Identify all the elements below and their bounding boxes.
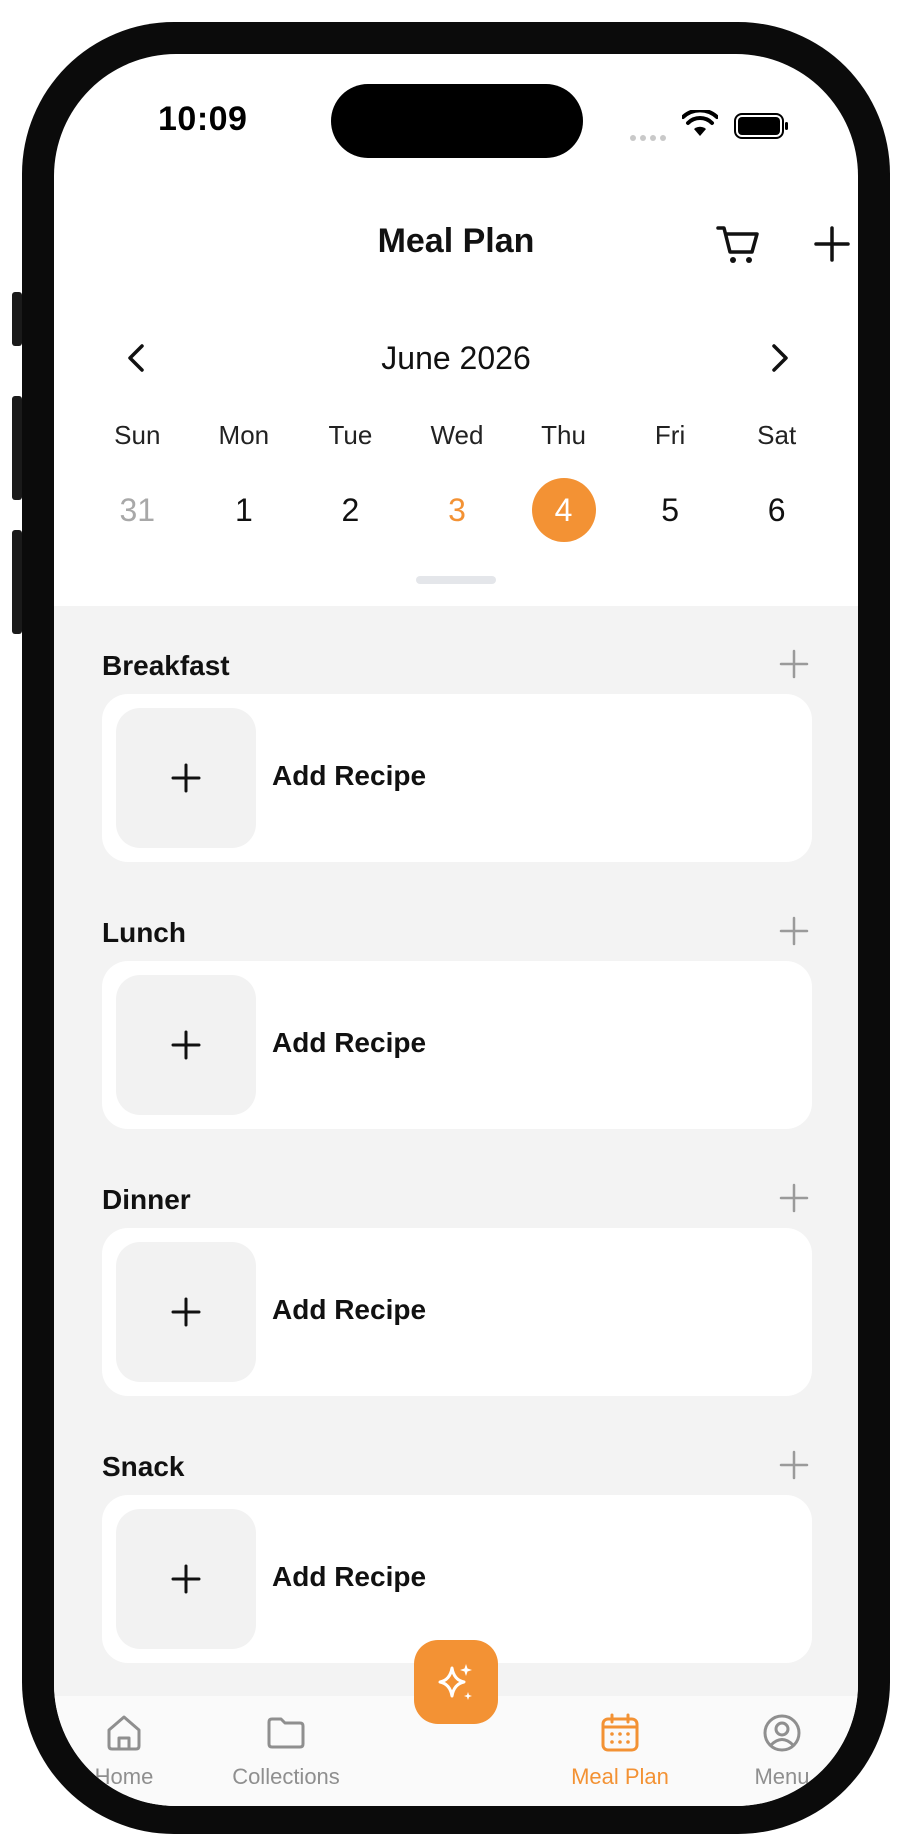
folder-icon	[267, 1717, 305, 1749]
tab-label: Home	[94, 1764, 154, 1789]
date-cell-today[interactable]: 3	[404, 478, 511, 542]
chevron-right-icon[interactable]	[760, 338, 800, 378]
weekday-label: Mon	[218, 420, 270, 450]
add-plan-button[interactable]	[810, 222, 854, 266]
date-number: 2	[341, 491, 360, 528]
meal-section-snack: Snack Add Recipe	[102, 1435, 812, 1663]
meal-section-breakfast: Breakfast Add Recipe	[102, 634, 812, 862]
date-number: 4	[531, 478, 596, 542]
tab-label: Collections	[232, 1764, 340, 1789]
add-recipe-card[interactable]: Add Recipe	[102, 1228, 812, 1396]
calendar-icon	[601, 1713, 639, 1752]
weekday-label: Sat	[757, 420, 797, 450]
status-bar: 10:09	[54, 54, 858, 194]
add-recipe-card[interactable]: Add Recipe	[102, 1495, 812, 1663]
status-time: 10:09	[158, 100, 248, 138]
meal-plan-content: Breakfast Add Recipe Lunch Add Recipe Di…	[54, 606, 858, 1696]
profile-icon	[763, 1714, 801, 1752]
weekday-label: Thu	[541, 420, 586, 450]
date-cell[interactable]: 5	[617, 478, 724, 542]
date-number: 3	[448, 491, 466, 528]
plus-icon[interactable]	[776, 646, 812, 682]
weekday-label: Fri	[654, 420, 686, 450]
tab-menu[interactable]: Menu	[712, 1712, 852, 1790]
week-dates-row: 31 1 2 3 4 5 6	[84, 478, 830, 542]
date-number: 31	[119, 491, 156, 528]
mute-switch	[12, 292, 22, 346]
tab-home[interactable]: Home	[54, 1712, 194, 1790]
recipe-thumbnail	[116, 1509, 256, 1649]
recipe-thumbnail	[116, 975, 256, 1115]
ai-assistant-button[interactable]	[414, 1640, 498, 1724]
add-recipe-label: Add Recipe	[272, 1561, 427, 1592]
weekday-label: Tue	[328, 420, 373, 450]
plus-icon	[171, 763, 201, 793]
meal-title: Breakfast	[102, 650, 230, 681]
home-icon	[107, 1715, 141, 1751]
date-cell[interactable]: 2	[297, 478, 404, 542]
plus-icon	[171, 1297, 201, 1327]
weekday-header-row: Sun Mon Tue Wed Thu Fri Sat	[84, 420, 830, 451]
nav-header: Meal Plan	[54, 204, 858, 274]
recipe-thumbnail	[116, 708, 256, 848]
add-recipe-label: Add Recipe	[272, 760, 427, 791]
weekday-label: Sun	[114, 420, 161, 450]
meal-title: Snack	[102, 1451, 185, 1482]
volume-down-button	[12, 530, 22, 634]
plus-icon	[171, 1030, 201, 1060]
add-recipe-card[interactable]: Add Recipe	[102, 961, 812, 1129]
plus-icon[interactable]	[776, 913, 812, 949]
meal-title: Dinner	[102, 1184, 191, 1215]
volume-up-button	[12, 396, 22, 500]
date-number: 5	[661, 491, 679, 528]
sparkle-icon	[438, 1664, 472, 1700]
month-label: June 2026	[381, 340, 531, 376]
date-number: 1	[234, 491, 253, 528]
tab-label: Menu	[754, 1764, 810, 1789]
add-recipe-card[interactable]: Add Recipe	[102, 694, 812, 862]
shopping-cart-icon[interactable]	[714, 220, 762, 268]
plus-icon[interactable]	[776, 1180, 812, 1216]
tab-meal-plan[interactable]: Meal Plan	[550, 1712, 690, 1790]
sheet-grabber-handle[interactable]	[416, 576, 496, 584]
meal-title: Lunch	[102, 917, 186, 948]
add-recipe-label: Add Recipe	[272, 1027, 427, 1058]
recipe-thumbnail	[116, 1242, 256, 1382]
month-navigator: June 2026	[54, 326, 858, 386]
date-cell[interactable]: 6	[723, 478, 830, 542]
cellular-signal-icon	[630, 128, 670, 146]
battery-icon	[734, 113, 788, 139]
meal-section-lunch: Lunch Add Recipe	[102, 901, 812, 1129]
date-cell-selected[interactable]: 4	[510, 478, 617, 542]
plus-icon	[171, 1564, 201, 1594]
date-cell[interactable]: 31	[84, 478, 191, 542]
phone-screen: 10:09 Meal Plan June 2026 Sun Mon Tue We…	[54, 54, 858, 1806]
tab-collections[interactable]: Collections	[216, 1712, 356, 1790]
date-cell[interactable]: 1	[191, 478, 298, 542]
wifi-icon	[682, 110, 718, 136]
meal-section-dinner: Dinner Add Recipe	[102, 1168, 812, 1396]
plus-icon[interactable]	[776, 1447, 812, 1483]
tab-label: Meal Plan	[571, 1764, 669, 1789]
dynamic-island	[331, 84, 583, 158]
date-number: 6	[767, 491, 786, 528]
add-recipe-label: Add Recipe	[272, 1294, 427, 1325]
weekday-label: Wed	[430, 420, 484, 450]
